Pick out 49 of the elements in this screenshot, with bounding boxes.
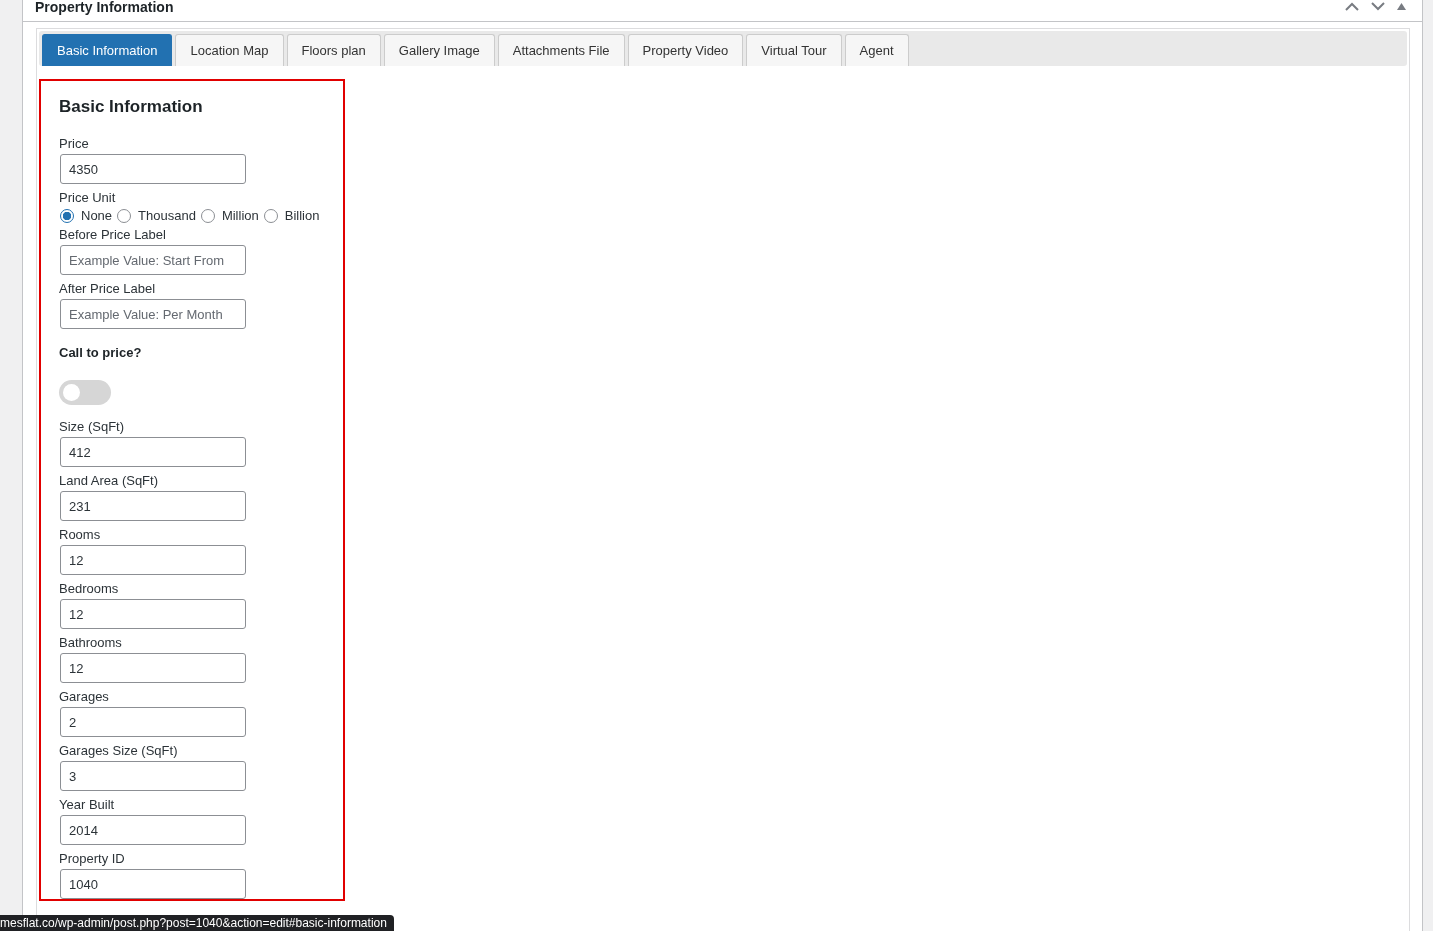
input-field[interactable]: Example Value: Start From <box>60 245 246 275</box>
status-bar-url: mesflat.co/wp-admin/post.php?post=1040&action=edit#basic-information <box>0 915 394 931</box>
field-label: Price <box>59 136 89 151</box>
field-label: Rooms <box>59 527 101 542</box>
field-label: Before Price Label <box>59 227 166 242</box>
radio-button[interactable] <box>200 208 215 223</box>
chevron-down-icon[interactable] <box>1371 2 1385 11</box>
field-label: Garages Size (SqFt) <box>59 743 178 758</box>
radio-button[interactable] <box>60 208 74 223</box>
triangle-up-icon[interactable] <box>1397 3 1406 10</box>
tab[interactable]: Attachments File <box>497 34 625 66</box>
input-field[interactable]: 412 <box>60 437 246 467</box>
radio-label: Million <box>221 208 259 223</box>
input-field[interactable]: 12 <box>60 653 246 683</box>
tab[interactable]: Agent <box>844 34 909 66</box>
field-label: Land Area (SqFt) <box>59 473 158 488</box>
field-label: Property ID <box>59 851 125 866</box>
radio-label: Billion <box>284 208 320 223</box>
field-label: After Price Label <box>59 281 156 296</box>
input-field[interactable]: 4350 <box>60 154 246 184</box>
input-field[interactable]: 2014 <box>60 815 246 845</box>
field-label: Year Built <box>59 797 115 812</box>
input-field[interactable]: 12 <box>60 599 246 629</box>
field-label: Call to price? <box>59 345 142 360</box>
tab[interactable]: Property Video <box>627 34 744 66</box>
field-label: Bathrooms <box>59 635 122 650</box>
input-field[interactable]: 1040 <box>60 869 246 899</box>
field-label: Garages <box>59 689 109 704</box>
tab[interactable]: Virtual Tour <box>746 34 842 66</box>
radio-button[interactable] <box>263 208 278 223</box>
input-field[interactable]: Example Value: Per Month <box>60 299 246 329</box>
field-label: Size (SqFt) <box>59 419 124 434</box>
input-field[interactable]: 231 <box>60 491 246 521</box>
input-field[interactable]: 3 <box>60 761 246 791</box>
section-title: Basic Information <box>59 97 204 117</box>
radio-button[interactable] <box>117 208 132 223</box>
field-label: Bedrooms <box>59 581 119 596</box>
input-field[interactable]: 12 <box>60 545 246 575</box>
tab[interactable]: Gallery Image <box>383 34 495 66</box>
chevron-up-icon[interactable] <box>1345 2 1359 11</box>
input-field[interactable]: 2 <box>60 707 246 737</box>
tab[interactable]: Location Map <box>175 34 284 66</box>
radio-label: Thousand <box>138 208 196 223</box>
panel-title: Property Information <box>35 0 174 15</box>
field-label: Price Unit <box>59 190 116 205</box>
radio-label: None <box>81 208 113 223</box>
toggle-switch[interactable] <box>59 380 111 405</box>
tab[interactable]: Floors plan <box>286 34 381 66</box>
tab[interactable]: Basic Information <box>42 34 173 66</box>
